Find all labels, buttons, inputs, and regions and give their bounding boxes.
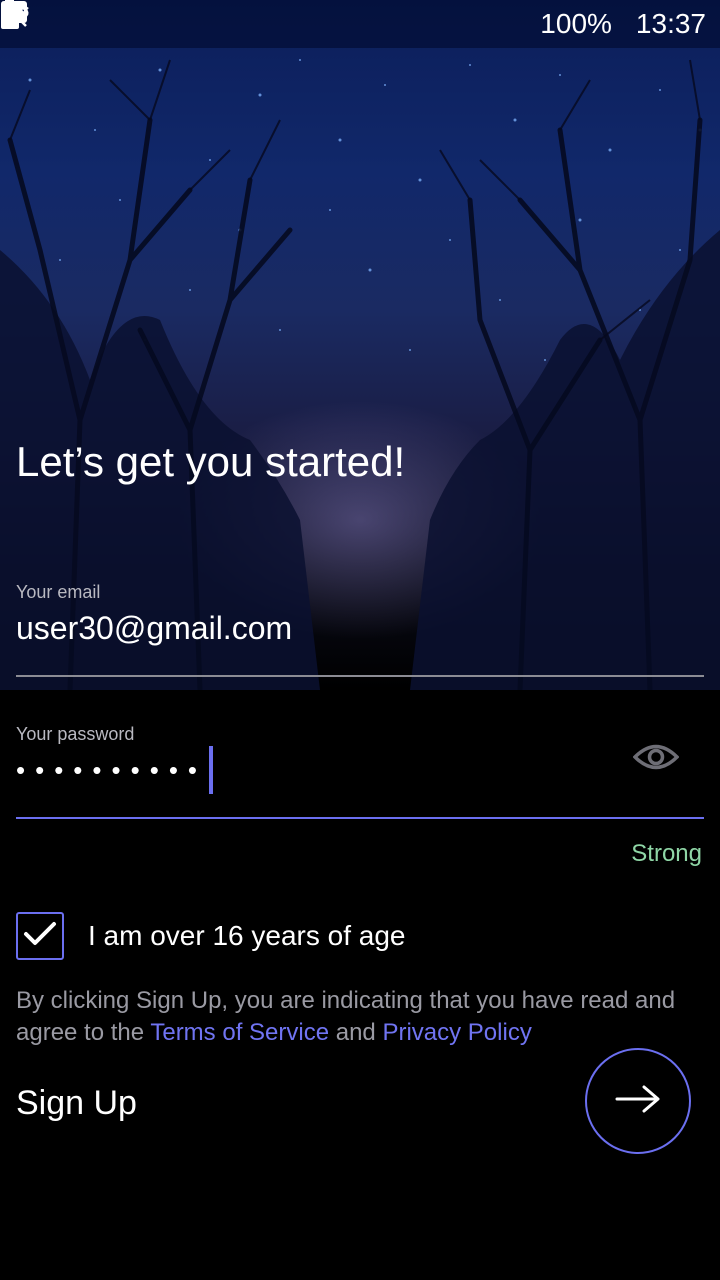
password-label: Your password xyxy=(16,724,135,744)
clock: 13:37 xyxy=(635,8,706,39)
age-checkbox-label[interactable]: I am over 16 years of age xyxy=(88,920,406,952)
password-masked-value: •••••••••• xyxy=(16,754,208,785)
eye-icon[interactable] xyxy=(628,734,684,780)
page-title: Let’s get you started! xyxy=(16,438,406,485)
legal-notice: By clicking Sign Up, you are indicating … xyxy=(16,985,704,1049)
arrow-right-icon xyxy=(614,1084,662,1119)
signup-button[interactable] xyxy=(585,1048,691,1154)
password-strength-label: Strong xyxy=(631,840,702,867)
terms-of-service-link[interactable]: Terms of Service xyxy=(150,1019,329,1046)
email-label: Your email xyxy=(16,582,101,602)
age-checkbox[interactable] xyxy=(16,912,64,960)
hero-background: 100 100% 13:37 xyxy=(0,0,720,690)
privacy-policy-link[interactable]: Privacy Policy xyxy=(382,1019,531,1046)
status-bar: 100 100% 13:37 xyxy=(0,0,720,48)
password-underline xyxy=(16,817,704,819)
email-underline xyxy=(16,675,704,677)
email-field[interactable]: user30@gmail.com xyxy=(16,610,292,647)
night-forest-illustration xyxy=(0,59,720,690)
signup-label: Sign Up xyxy=(16,1084,137,1122)
text-caret xyxy=(209,746,214,794)
checkmark-icon xyxy=(23,920,57,953)
password-field[interactable]: •••••••••• xyxy=(16,744,214,796)
legal-text-middle: and xyxy=(329,1019,383,1046)
battery-percent: 100% xyxy=(540,8,612,39)
